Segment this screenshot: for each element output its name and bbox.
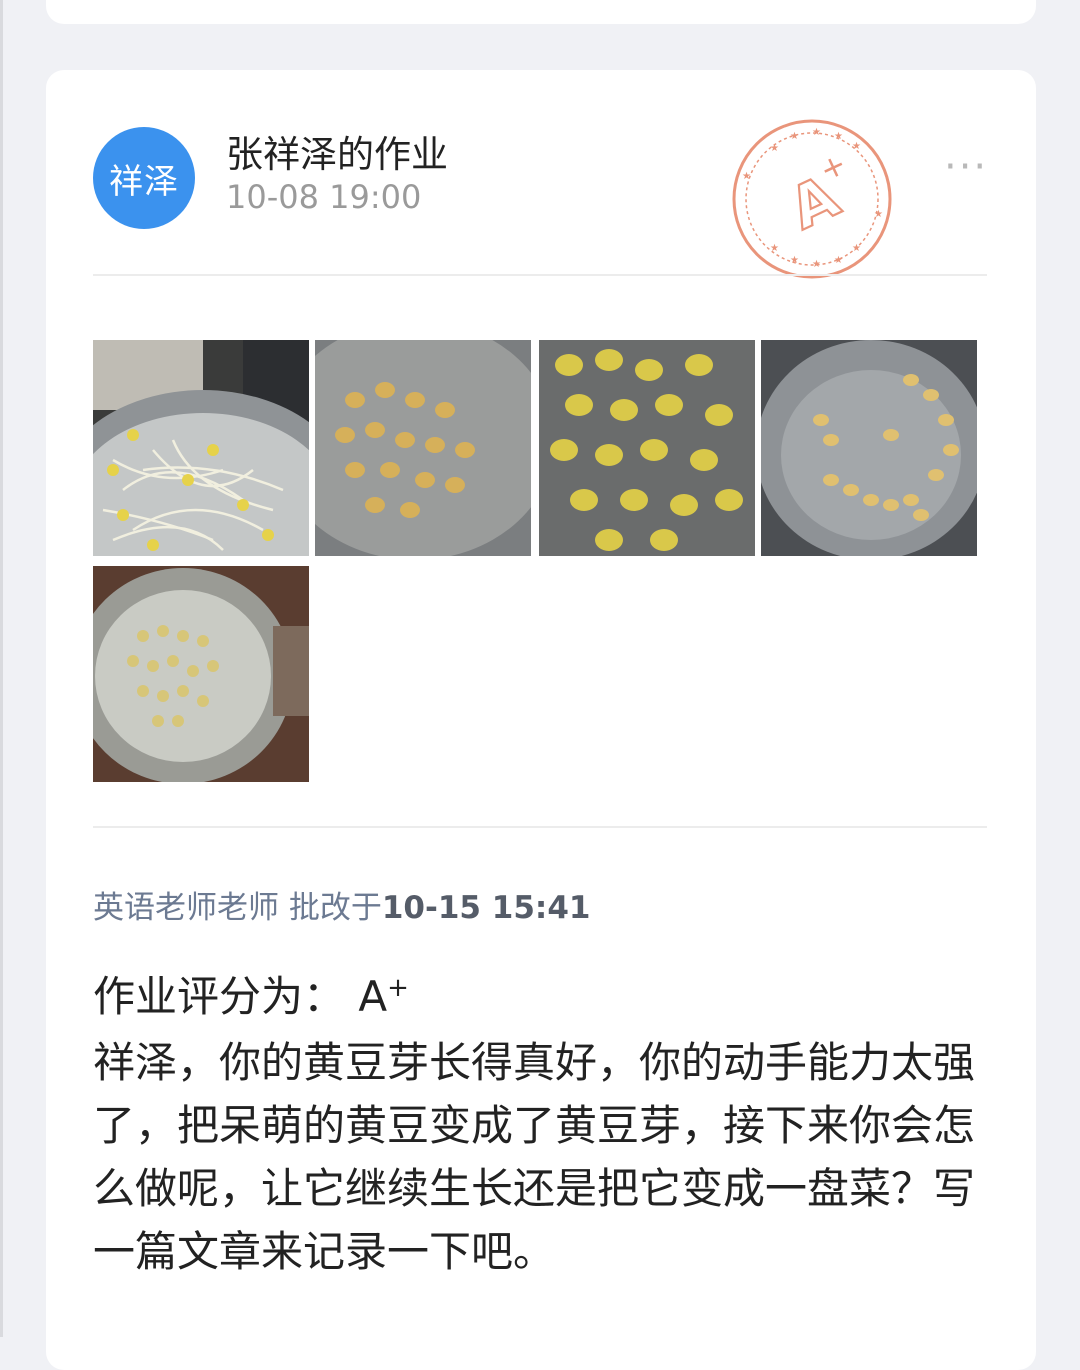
svg-text:★: ★ xyxy=(790,131,799,142)
review-time: 10-15 15:41 xyxy=(381,890,591,926)
grade-plus: + xyxy=(387,973,409,1003)
svg-text:★: ★ xyxy=(834,131,843,142)
grade-line: 作业评分为： A+ xyxy=(93,963,409,1024)
divider xyxy=(93,826,987,828)
svg-text:★: ★ xyxy=(852,141,861,152)
more-dots-icon[interactable]: ··· xyxy=(944,144,988,190)
svg-text:★: ★ xyxy=(852,243,861,254)
submit-time: 10-08 19:00 xyxy=(226,178,422,216)
homework-title: 张祥泽的作业 xyxy=(226,133,448,176)
svg-text:★: ★ xyxy=(790,255,799,266)
review-action: 批改于 xyxy=(288,890,382,926)
avatar[interactable]: 祥泽 xyxy=(93,127,195,229)
bean-sprouts-photo[interactable] xyxy=(93,340,309,556)
grade-stamp-icon: ★★ ★ ★★ ★★ ★★ ★ ★★ A + xyxy=(732,119,892,279)
teacher-comment: 祥泽，你的黄豆芽长得真好，你的动手能力太强了，把呆萌的黄豆变成了黄豆芽，接下来你… xyxy=(93,1038,976,1276)
svg-text:★: ★ xyxy=(812,259,821,270)
svg-text:★: ★ xyxy=(812,127,821,138)
window-edge xyxy=(0,0,3,1337)
svg-text:★: ★ xyxy=(742,171,751,182)
svg-text:★: ★ xyxy=(770,143,779,154)
soybeans-photo-1[interactable] xyxy=(315,340,531,556)
grade-value: A xyxy=(358,972,388,1021)
soybeans-photo-4[interactable] xyxy=(93,566,309,782)
svg-text:★: ★ xyxy=(874,209,883,220)
divider xyxy=(93,274,987,276)
homework-card: 祥泽 张祥泽的作业 10-08 19:00 ★ ★ ★ ★ ★ ★ ★ ★ ★ ★ ★ ★ A… xyxy=(46,70,1036,1370)
photo-grid xyxy=(93,340,983,785)
review-info: 英语老师老师 批改于10-15 15:41 xyxy=(93,882,590,927)
svg-text:★: ★ xyxy=(834,255,843,266)
grade-label: 作业评分为： xyxy=(93,972,346,1021)
svg-text:★: ★ xyxy=(770,243,779,254)
soybeans-photo-3[interactable] xyxy=(761,340,977,556)
teacher-name: 英语老师老师 xyxy=(93,890,279,926)
previous-card xyxy=(46,0,1036,24)
soybeans-photo-2[interactable] xyxy=(539,340,755,556)
